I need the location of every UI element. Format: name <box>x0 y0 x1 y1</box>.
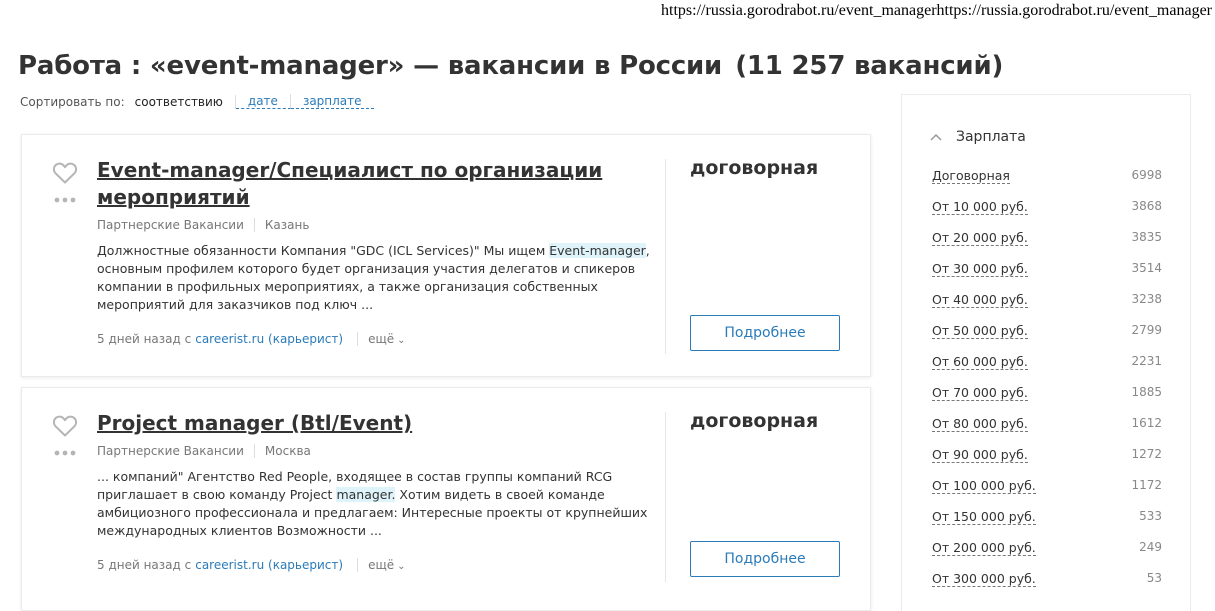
vacancy-salary: договорная <box>690 157 819 179</box>
more-dots-icon[interactable] <box>54 450 76 456</box>
salary-filter-item[interactable]: От 40 000 руб. 3238 <box>932 292 1162 323</box>
salary-filter-label[interactable]: От 70 000 руб. <box>932 385 1028 401</box>
vacancy-meta: Партнерские Вакансии Москва <box>97 444 311 458</box>
vacancy-company: Партнерские Вакансии <box>97 444 255 458</box>
salary-filter-item[interactable]: От 100 000 руб. 1172 <box>932 478 1162 509</box>
salary-filter-list: Договорная 6998 От 10 000 руб. 3868 От 20 00… <box>932 168 1162 602</box>
vacancy-salary: договорная <box>690 410 819 432</box>
salary-filter-count: 2799 <box>1131 323 1162 337</box>
vacancy-card: Project manager (Btl/Event) Партнерские … <box>21 387 871 611</box>
more-dropdown[interactable]: ещё ⌄ <box>368 558 405 572</box>
salary-filter-label[interactable]: От 30 000 руб. <box>932 261 1028 277</box>
source-link[interactable]: careerist.ru (карьерист) <box>195 332 343 346</box>
details-button[interactable]: Подробнее <box>690 315 840 351</box>
vacancy-card: Event-manager/Специалист по организации … <box>21 134 871 377</box>
salary-filter-panel: Зарплата Договорная 6998 От 10 000 руб. 386… <box>901 94 1191 611</box>
salary-filter-item[interactable]: От 10 000 руб. 3868 <box>932 199 1162 230</box>
salary-filter-toggle[interactable]: Зарплата <box>930 129 1026 145</box>
salary-filter-item[interactable]: От 150 000 руб. 533 <box>932 509 1162 540</box>
heart-icon[interactable] <box>52 161 78 185</box>
salary-filter-item[interactable]: Договорная 6998 <box>932 168 1162 199</box>
vacancy-description: Должностные обязанности Компания "GDC (I… <box>97 242 657 314</box>
salary-filter-item[interactable]: От 20 000 руб. 3835 <box>932 230 1162 261</box>
salary-filter-label[interactable]: От 100 000 руб. <box>932 478 1036 494</box>
salary-filter-item[interactable]: От 70 000 руб. 1885 <box>932 385 1162 416</box>
desc-highlight: manager. <box>336 487 396 502</box>
salary-filter-label[interactable]: От 40 000 руб. <box>932 292 1028 308</box>
desc-highlight: Event-manager <box>549 243 646 258</box>
vacancy-company: Партнерские Вакансии <box>97 218 255 232</box>
salary-filter-label[interactable]: От 20 000 руб. <box>932 230 1028 246</box>
sort-current: соответствию <box>135 94 236 109</box>
vacancy-city: Москва <box>264 444 311 458</box>
salary-filter-count: 6998 <box>1131 168 1162 182</box>
salary-filter-item[interactable]: От 50 000 руб. 2799 <box>932 323 1162 354</box>
salary-filter-label[interactable]: От 60 000 руб. <box>932 354 1028 370</box>
heart-icon[interactable] <box>52 414 78 438</box>
divider <box>357 332 359 346</box>
salary-filter-count: 1272 <box>1131 447 1162 461</box>
details-button[interactable]: Подробнее <box>690 541 840 577</box>
url-text: https://russia.gorodrabot.ru/event_manag… <box>661 2 1212 19</box>
posted-date: 5 дней назад с <box>97 332 192 346</box>
vacancy-city: Казань <box>264 218 310 232</box>
more-dots-icon[interactable] <box>54 197 76 203</box>
salary-filter-count: 53 <box>1146 571 1162 585</box>
divider <box>665 159 666 354</box>
vacancy-meta: Партнерские Вакансии Казань <box>97 218 309 232</box>
chevron-down-icon: ⌄ <box>397 561 406 572</box>
salary-filter-count: 3868 <box>1131 199 1162 213</box>
salary-filter-heading: Зарплата <box>956 129 1026 145</box>
salary-filter-item[interactable]: От 200 000 руб. 249 <box>932 540 1162 571</box>
salary-filter-item[interactable]: От 300 000 руб. 53 <box>932 571 1162 602</box>
sort-by-date-link[interactable]: дате <box>235 94 291 109</box>
divider <box>665 412 666 582</box>
salary-filter-count: 3238 <box>1131 292 1162 306</box>
salary-filter-label[interactable]: От 200 000 руб. <box>932 540 1036 556</box>
salary-filter-item[interactable]: От 90 000 руб. 1272 <box>932 447 1162 478</box>
chevron-down-icon: ⌄ <box>397 335 406 346</box>
posted-date: 5 дней назад с <box>97 558 192 572</box>
page-title: Работа : «event-manager» — вакансии в Ро… <box>18 44 1003 82</box>
salary-filter-count: 533 <box>1139 509 1162 523</box>
vacancy-count: (11 257 вакансий) <box>735 51 1004 81</box>
salary-filter-count: 249 <box>1139 540 1162 554</box>
salary-filter-count: 3514 <box>1131 261 1162 275</box>
salary-filter-count: 2231 <box>1131 354 1162 368</box>
salary-filter-count: 3835 <box>1131 230 1162 244</box>
salary-filter-label[interactable]: От 50 000 руб. <box>932 323 1028 339</box>
sort-by-salary-link[interactable]: зарплате <box>290 94 374 109</box>
sort-bar: Сортировать по: соответствию дате зарпла… <box>20 94 374 109</box>
salary-filter-label[interactable]: Договорная <box>932 168 1010 184</box>
vacancy-footer: 5 дней назад с careerist.ru (карьерист) … <box>97 332 406 346</box>
salary-filter-label[interactable]: От 90 000 руб. <box>932 447 1028 463</box>
salary-filter-label[interactable]: От 10 000 руб. <box>932 199 1028 215</box>
salary-filter-label[interactable]: От 150 000 руб. <box>932 509 1036 525</box>
page-title-text: Работа : «event-manager» — вакансии в Ро… <box>18 51 723 81</box>
vacancy-title-link[interactable]: Project manager (Btl/Event) <box>97 410 637 437</box>
salary-filter-label[interactable]: От 300 000 руб. <box>932 571 1036 587</box>
more-dropdown[interactable]: ещё ⌄ <box>368 332 405 346</box>
salary-filter-label[interactable]: От 80 000 руб. <box>932 416 1028 432</box>
vacancy-description: ... компаний" Агентство Red People, вход… <box>97 468 657 540</box>
more-label: ещё <box>368 558 395 572</box>
more-label: ещё <box>368 332 395 346</box>
divider <box>357 558 359 572</box>
vacancy-title-link[interactable]: Event-manager/Специалист по организации … <box>97 157 637 211</box>
source-link[interactable]: careerist.ru (карьерист) <box>195 558 343 572</box>
chevron-up-icon <box>930 133 942 141</box>
vacancy-footer: 5 дней назад с careerist.ru (карьерист) … <box>97 558 406 572</box>
salary-filter-count: 1612 <box>1131 416 1162 430</box>
salary-filter-item[interactable]: От 30 000 руб. 3514 <box>932 261 1162 292</box>
salary-filter-item[interactable]: От 60 000 руб. 2231 <box>932 354 1162 385</box>
salary-filter-count: 1885 <box>1131 385 1162 399</box>
sort-label: Сортировать по: <box>20 94 125 109</box>
salary-filter-item[interactable]: От 80 000 руб. 1612 <box>932 416 1162 447</box>
desc-text: Должностные обязанности Компания "GDC (I… <box>97 243 550 258</box>
salary-filter-count: 1172 <box>1131 478 1162 492</box>
